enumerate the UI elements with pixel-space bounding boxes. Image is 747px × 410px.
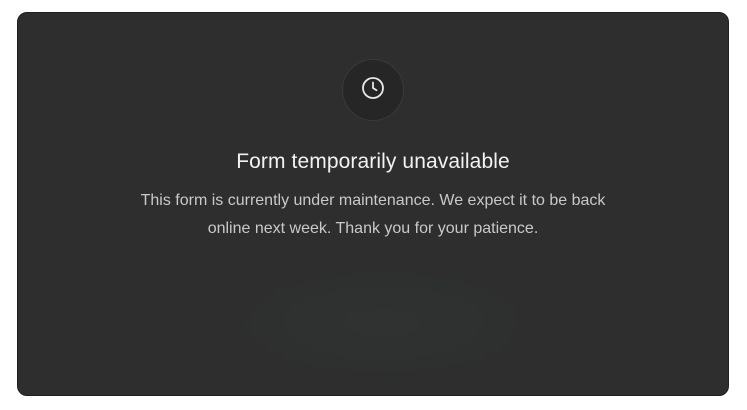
blurred-form-placeholder bbox=[218, 263, 548, 383]
notice-title: Form temporarily unavailable bbox=[236, 150, 510, 173]
notice-message: This form is currently under maintenance… bbox=[140, 192, 606, 237]
clock-icon bbox=[361, 76, 385, 105]
maintenance-card: Form temporarily unavailable This form i… bbox=[17, 12, 729, 396]
clock-icon-badge bbox=[342, 59, 404, 121]
